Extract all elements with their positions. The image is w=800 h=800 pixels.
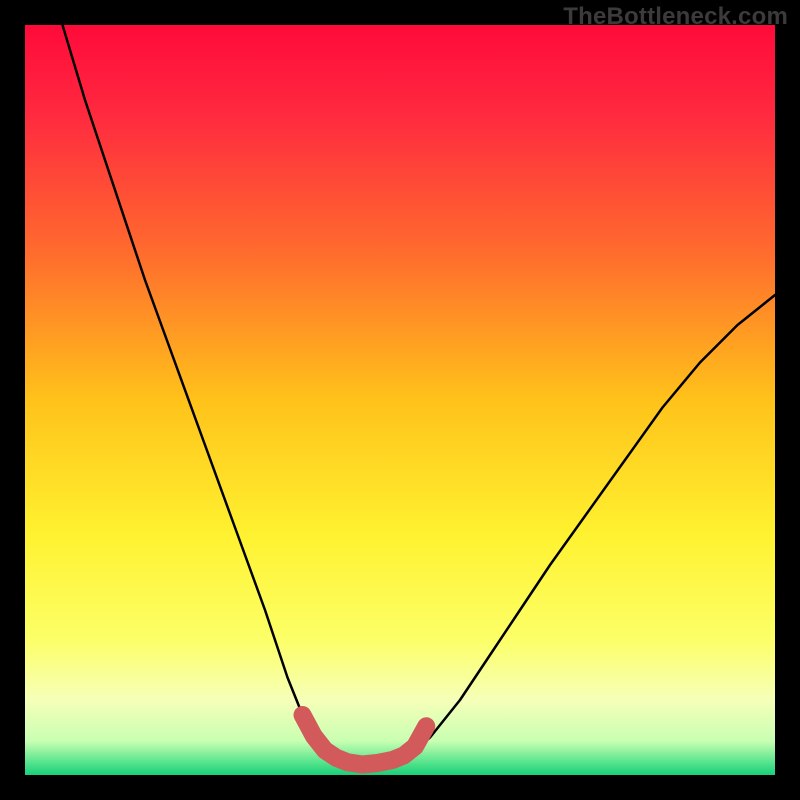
plot-area	[25, 25, 775, 775]
chart-frame: TheBottleneck.com	[0, 0, 800, 800]
bottleneck-curve	[25, 25, 775, 775]
watermark-text: TheBottleneck.com	[563, 3, 788, 31]
